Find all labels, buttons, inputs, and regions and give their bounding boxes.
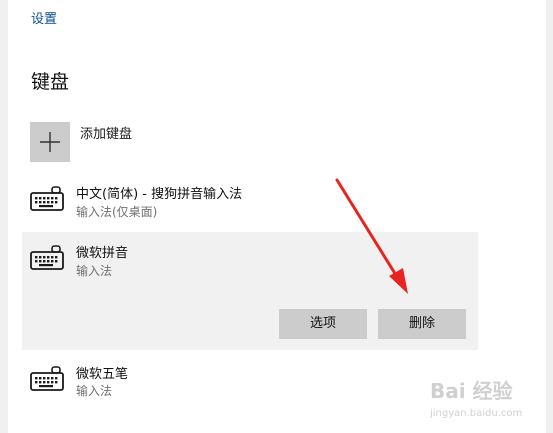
right-panel-edge (546, 0, 553, 433)
keyboard-name: 微软五笔 (76, 367, 129, 382)
options-button[interactable]: 选项 (279, 309, 367, 339)
watermark-logo: Bai 经验 (430, 379, 513, 403)
keyboard-type: 输入法 (76, 264, 113, 278)
remove-button[interactable]: 删除 (378, 309, 466, 339)
watermark-url: jingyan.baidu.com (429, 408, 522, 419)
add-keyboard-label: 添加键盘 (80, 127, 133, 142)
keyboard-name: 微软拼音 (76, 246, 129, 261)
plus-icon (40, 132, 60, 152)
keyboard-icon (30, 186, 64, 212)
baidu-jingyan-watermark: Bai 经验 jingyan.baidu.com (429, 379, 522, 419)
keyboard-name: 中文(简体) - 搜狗拼音输入法 (76, 187, 243, 202)
keyboard-type: 输入法 (76, 384, 113, 398)
keyboard-item-sogou[interactable]: 中文(简体) - 搜狗拼音输入法 输入法(仅桌面) (22, 181, 478, 225)
keyboard-item-microsoft-wubi[interactable]: 微软五笔 输入法 (22, 361, 478, 401)
keyboard-icon (30, 245, 64, 271)
page-title: 键盘 (31, 71, 70, 93)
left-panel-edge (0, 0, 8, 433)
keyboard-type: 输入法(仅桌面) (76, 205, 158, 219)
add-keyboard-row[interactable]: 添加键盘 (30, 122, 470, 162)
keyboard-icon (30, 366, 64, 392)
breadcrumb-settings[interactable]: 设置 (31, 8, 57, 27)
add-keyboard-button[interactable] (30, 122, 70, 162)
